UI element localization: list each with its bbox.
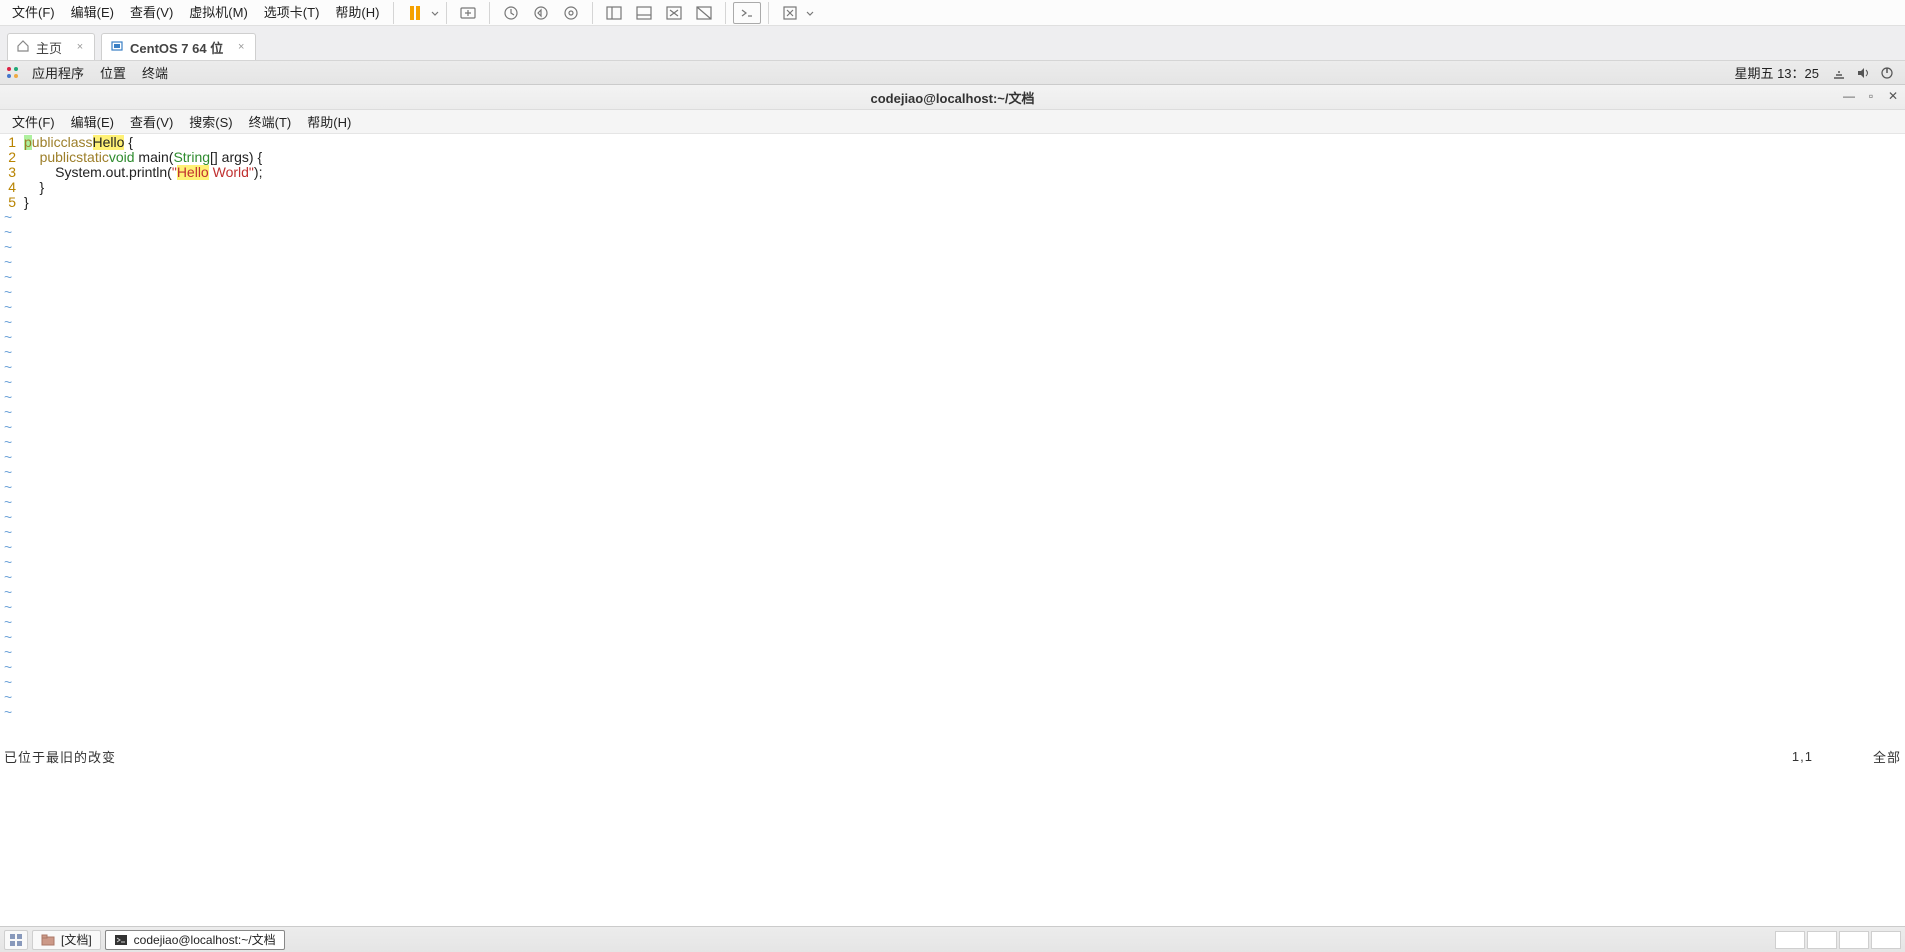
term-menu-help[interactable]: 帮助(H) [299,112,359,131]
menu-view[interactable]: 查看(V) [122,0,181,26]
term-menu-file[interactable]: 文件(F) [4,112,63,131]
send-keys-icon[interactable] [454,2,482,24]
pause-icon[interactable] [401,2,429,24]
term-menu-term[interactable]: 终端(T) [241,112,300,131]
window-minimize-icon[interactable]: — [1841,88,1857,104]
vim-cursor-pos: 1,1 [1792,749,1813,764]
tab-vm-label: CentOS 7 64 位 [130,38,223,57]
vim-status-bar: 已位于最旧的改变 1,1 全部 [0,747,1905,765]
console-icon[interactable] [733,2,761,24]
power-icon[interactable] [1878,64,1896,82]
menu-help[interactable]: 帮助(H) [327,0,387,26]
task-label: [文档] [61,931,92,948]
tab-vm[interactable]: CentOS 7 64 位 × [101,33,256,60]
window-maximize-icon[interactable]: ▫ [1863,88,1879,104]
task-terminal[interactable]: codejiao@localhost:~/文档 [105,930,285,950]
layout-sidebar-icon[interactable] [600,2,628,24]
vim-editor[interactable]: 1public class Hello {2 public static voi… [0,134,1905,747]
layout-fit-icon[interactable] [690,2,718,24]
tab-home[interactable]: 主页 × [7,33,95,60]
close-icon[interactable]: × [235,41,247,53]
task-show-desktop[interactable] [4,930,28,950]
window-close-icon[interactable]: ✕ [1885,88,1901,104]
vim-scroll-mode: 全部 [1873,747,1901,766]
vmware-host-menu: 文件(F) 编辑(E) 查看(V) 虚拟机(M) 选项卡(T) 帮助(H) [0,0,1905,26]
network-icon[interactable] [1830,64,1848,82]
menu-vm[interactable]: 虚拟机(M) [181,0,256,26]
fullscreen-dropdown-icon[interactable] [805,8,815,18]
gnome-terminal[interactable]: 终端 [134,63,176,82]
vim-status-message: 已位于最旧的改变 [4,747,116,766]
menu-file[interactable]: 文件(F) [4,0,63,26]
task-file-manager[interactable]: [文档] [32,930,101,950]
gnome-places[interactable]: 位置 [92,63,134,82]
vmware-tab-bar: 主页 × CentOS 7 64 位 × [0,26,1905,61]
home-icon [16,39,30,56]
terminal-title-bar: codejiao@localhost:~/文档 — ▫ ✕ [0,85,1905,110]
term-menu-view[interactable]: 查看(V) [122,112,181,131]
menu-tab[interactable]: 选项卡(T) [256,0,328,26]
gnome-bottom-panel: [文档] codejiao@localhost:~/文档 [0,926,1905,952]
applications-icon [6,66,20,80]
tab-home-label: 主页 [36,38,62,57]
terminal-menu-bar: 文件(F) 编辑(E) 查看(V) 搜索(S) 终端(T) 帮助(H) [0,110,1905,134]
layout-bottom-icon[interactable] [630,2,658,24]
menu-edit[interactable]: 编辑(E) [63,0,122,26]
pause-dropdown-icon[interactable] [430,8,440,18]
vm-icon [110,39,124,56]
gnome-top-panel: 应用程序 位置 终端 星期五 13：25 [0,61,1905,85]
gnome-applications[interactable]: 应用程序 [24,63,92,82]
term-menu-search[interactable]: 搜索(S) [181,112,240,131]
volume-icon[interactable] [1854,64,1872,82]
snapshot-take-icon[interactable] [497,2,525,24]
terminal-title: codejiao@localhost:~/文档 [870,88,1034,107]
fullscreen-icon[interactable] [776,2,804,24]
workspace-switcher[interactable] [1775,931,1901,949]
layout-stretch-icon[interactable] [660,2,688,24]
task-label: codejiao@localhost:~/文档 [134,931,276,948]
snapshot-manage-icon[interactable] [557,2,585,24]
gnome-clock[interactable]: 星期五 13：25 [1726,63,1827,82]
term-menu-edit[interactable]: 编辑(E) [63,112,122,131]
close-icon[interactable]: × [74,41,86,53]
snapshot-revert-icon[interactable] [527,2,555,24]
